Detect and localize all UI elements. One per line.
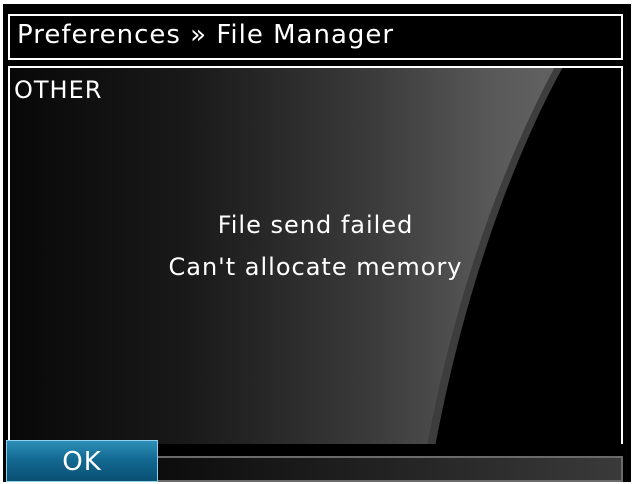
ok-button[interactable]: OK [6,440,158,482]
window-title: Preferences » File Manager [17,20,395,50]
section-label: OTHER [14,76,103,104]
dialog-content: OTHER File send failed Can't allocate me… [8,66,623,448]
error-message: File send failed Can't allocate memory [10,204,621,288]
device-frame: Preferences » File Manager OTHER File se… [0,0,633,484]
softkey-bar [153,456,623,482]
title-box: Preferences » File Manager [8,14,623,60]
title-bar: Preferences » File Manager [3,4,631,66]
screen: Preferences » File Manager OTHER File se… [3,4,631,482]
error-message-line-2: Can't allocate memory [168,253,463,281]
error-message-line-1: File send failed [217,211,414,239]
